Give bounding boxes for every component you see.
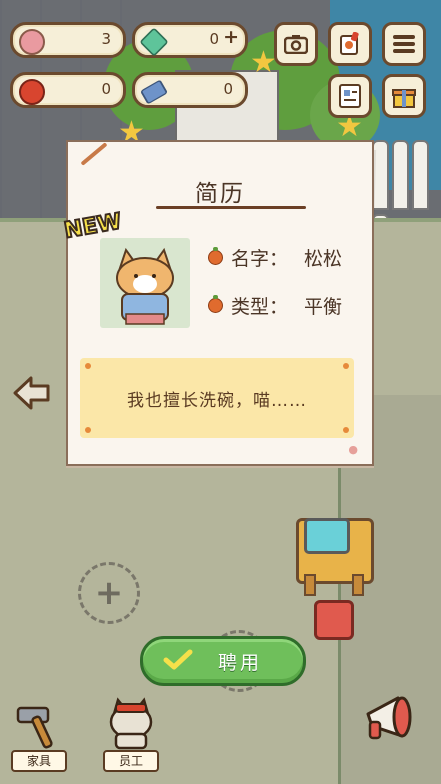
hire-button[interactable]: 聘用 (140, 636, 306, 686)
pin-icon (85, 427, 91, 433)
recipe-icon (340, 32, 359, 55)
recipe-button[interactable] (328, 22, 372, 66)
plus-icon: + (94, 573, 124, 613)
megaphone-icon (366, 696, 412, 740)
hire-button-label: 聘用 (217, 651, 262, 674)
apple-icon (19, 79, 45, 105)
tomato-bullet-icon (208, 295, 223, 313)
nav-furniture[interactable]: 家具 (8, 694, 70, 774)
back-button[interactable] (12, 374, 52, 412)
menu-icon (393, 35, 415, 53)
picket-fence (372, 140, 441, 284)
nav-staff[interactable]: 员工 (100, 694, 162, 774)
ticket-icon (139, 79, 169, 105)
gift-icon (392, 89, 416, 108)
pin-icon (343, 427, 349, 433)
camera-button[interactable] (274, 22, 318, 66)
cat-staff-icon (109, 697, 153, 750)
desk-leg (352, 574, 364, 596)
notebook-icon (339, 84, 361, 108)
nav-furniture-label: 家具 (11, 750, 67, 772)
nav-staff-label: 员工 (103, 750, 159, 772)
tomato-bullet-icon (208, 247, 223, 265)
resume-card: 简历 NEW 名字： 松松 类型： 平衡 我也擅长洗碗，喵…… ● (61, 140, 374, 466)
menu-button[interactable] (382, 22, 426, 66)
add-gems-button[interactable]: + (223, 26, 239, 48)
hammer-icon (16, 706, 53, 749)
gem-icon (139, 27, 169, 57)
add-furniture-slot[interactable]: + (78, 562, 140, 624)
resource-gems[interactable]: 0 + (132, 22, 248, 58)
arrow-left-icon (13, 376, 50, 410)
camera-icon (284, 35, 308, 54)
pencil-icon (80, 142, 108, 166)
resource-paw-coins[interactable]: 3 (10, 22, 126, 58)
type-row: 类型： 平衡 (208, 292, 342, 319)
type-value: 平衡 (304, 296, 343, 318)
name-label: 名字： (231, 248, 289, 270)
game-scene: ★ ★ ★ 3 0 + 0 0 简历 NEW 名字： 松松 类型： 平衡 我也擅… (0, 0, 441, 784)
apples-value: 0 (101, 80, 111, 98)
cat-portrait (100, 238, 190, 328)
checkmark-icon (163, 649, 193, 670)
megaphone-button[interactable] (362, 692, 420, 746)
resource-apples[interactable]: 0 (10, 72, 126, 108)
name-value: 松松 (304, 248, 343, 270)
computer-icon (304, 518, 350, 554)
title-underline (156, 206, 306, 209)
card-title: 简历 (195, 181, 245, 207)
paw-icon (19, 29, 45, 55)
cat-avatar-icon (116, 247, 174, 325)
pin-icon (343, 363, 349, 369)
tickets-value: 0 (223, 80, 233, 98)
note-text: 我也擅长洗碗，喵…… (127, 391, 307, 411)
gift-button[interactable] (382, 74, 426, 118)
star-decoration-icon: ★ (250, 45, 277, 80)
name-row: 名字： 松松 (208, 244, 342, 271)
pin-icon (85, 363, 91, 369)
paw-print-icon: ● (348, 443, 358, 456)
desk-leg (304, 574, 316, 596)
gems-value: 0 (209, 30, 219, 48)
cat-cushion[interactable] (314, 600, 354, 640)
resource-tickets[interactable]: 0 (132, 72, 248, 108)
notebook-button[interactable] (328, 74, 372, 118)
type-label: 类型： (231, 296, 289, 318)
paw-coins-value: 3 (101, 30, 111, 48)
note-box: 我也擅长洗碗，喵…… (80, 358, 354, 438)
